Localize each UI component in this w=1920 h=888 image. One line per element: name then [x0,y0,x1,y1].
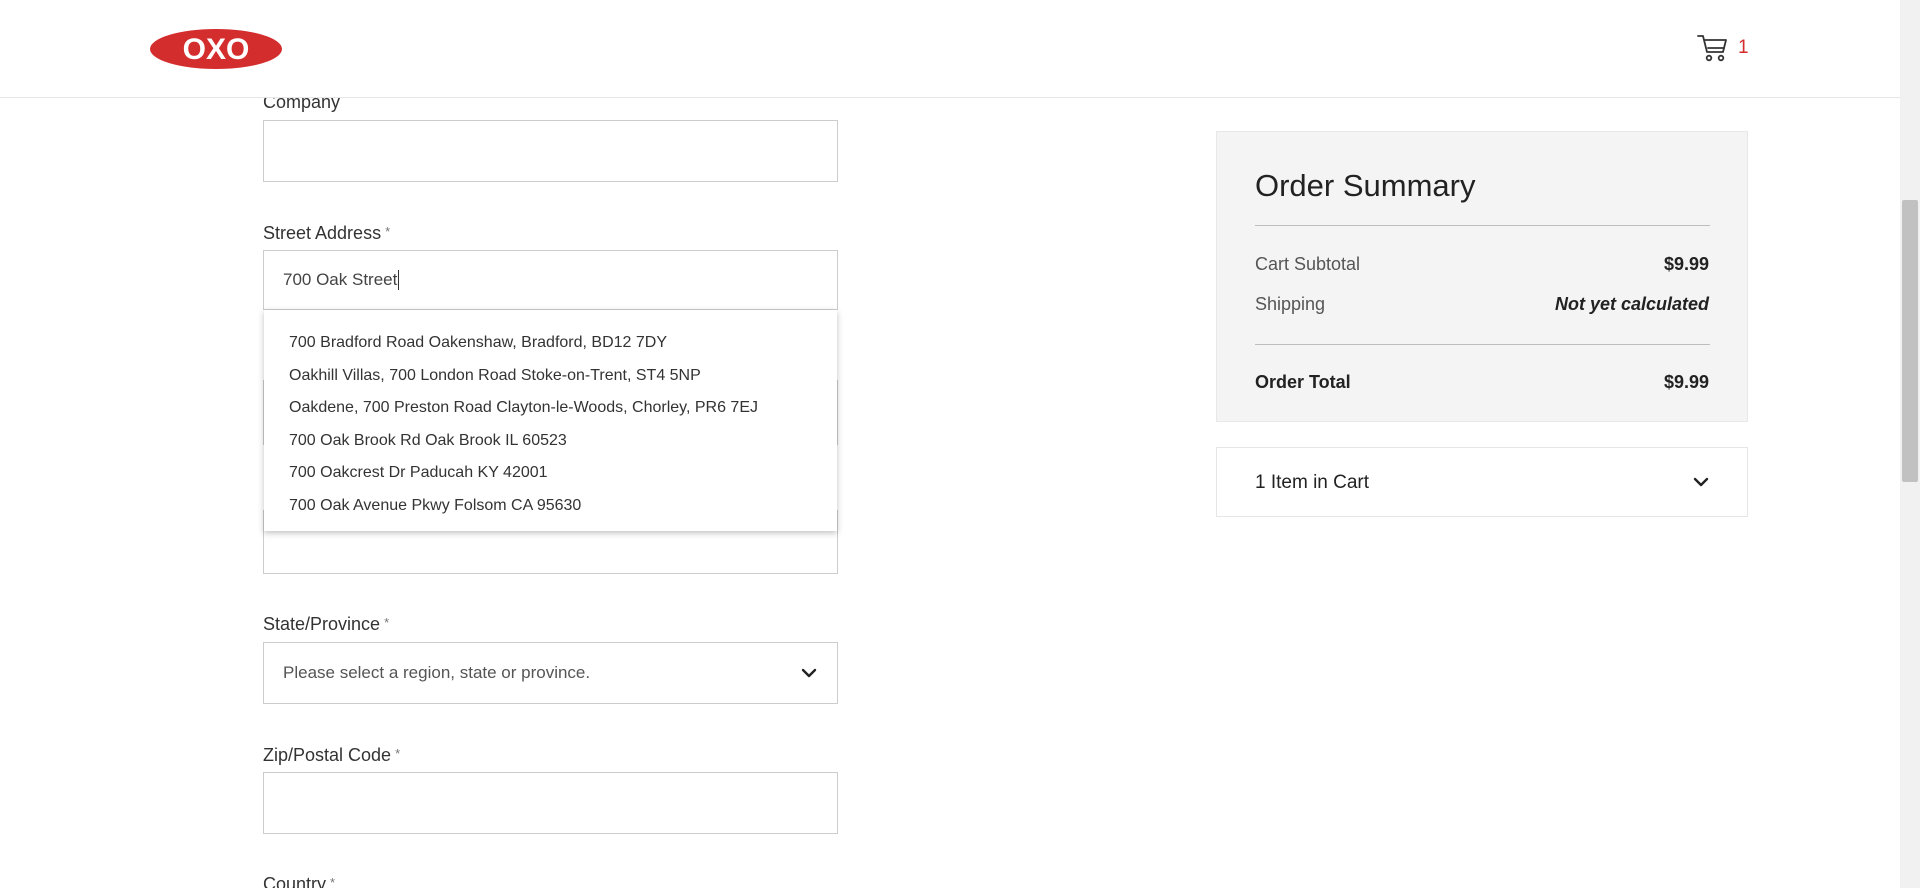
required-marker: * [330,875,336,888]
items-in-cart-label: 1 Item in Cart [1255,472,1370,493]
logo-text: OXO [183,33,250,66]
state-province-label: State/Province * [263,614,389,635]
autocomplete-suggestion[interactable]: Oakdene, 700 Preston Road Clayton-le-Woo… [264,396,837,429]
shipping-value: Not yet calculated [1554,294,1709,314]
autocomplete-suggestion[interactable]: 700 Oak Brook Rd Oak Brook IL 60523 [264,429,837,462]
zip-postal-label-text: Zip/Postal Code [263,745,392,765]
state-province-select[interactable]: Please select a region, state or provinc… [263,642,838,704]
cart-icon[interactable] [1696,32,1730,64]
street-address-label-text: Street Address [263,223,382,243]
cart-subtotal-value: $9.99 [1663,254,1709,274]
autocomplete-suggestion[interactable]: Oakhill Villas, 700 London Road Stoke-on… [264,364,837,397]
autocomplete-suggestion[interactable]: 700 Oak Avenue Pkwy Folsom CA 95630 [264,494,837,527]
country-label-text: Country [263,874,327,888]
state-province-label-text: State/Province [263,614,381,634]
street-address-value: 700 Oak Street [283,270,398,289]
order-summary-title: Order Summary [1255,168,1476,203]
cart-subtotal-label: Cart Subtotal [1255,254,1361,274]
company-input[interactable] [263,120,838,182]
required-marker: * [385,224,391,239]
autocomplete-suggestion[interactable]: 700 Bradford Road Oakenshaw, Bradford, B… [264,331,837,364]
required-marker: * [395,746,401,761]
order-total-value: $9.99 [1663,372,1709,392]
text-caret [398,270,400,290]
zip-postal-label: Zip/Postal Code * [263,745,400,766]
site-header: OXO 1 [0,0,1900,98]
divider [1255,225,1710,226]
scrollbar-thumb[interactable] [1902,200,1918,482]
shipping-label: Shipping [1255,294,1326,314]
required-marker: * [384,615,390,630]
address-autocomplete-dropdown: 700 Bradford Road Oakenshaw, Bradford, B… [264,310,837,531]
street-address-input[interactable]: 700 Oak Street [263,250,838,310]
oxo-logo[interactable]: OXO [150,28,282,70]
order-summary-panel: Order Summary Cart Subtotal $9.99 Shippi… [1216,131,1748,422]
items-in-cart-toggle[interactable]: 1 Item in Cart [1216,447,1748,517]
divider [1255,344,1710,345]
state-province-placeholder: Please select a region, state or provinc… [283,663,591,682]
autocomplete-suggestion[interactable]: 700 Oakcrest Dr Paducah KY 42001 [264,461,837,494]
country-label: Country * [263,874,335,888]
chevron-down-icon [799,663,819,683]
chevron-down-icon [1691,472,1711,492]
street-address-label: Street Address * [263,223,390,244]
cart-count[interactable]: 1 [1738,37,1749,59]
order-total-label: Order Total [1255,372,1351,392]
zip-postal-input[interactable] [263,772,838,834]
page-scrollbar[interactable] [1900,0,1920,888]
